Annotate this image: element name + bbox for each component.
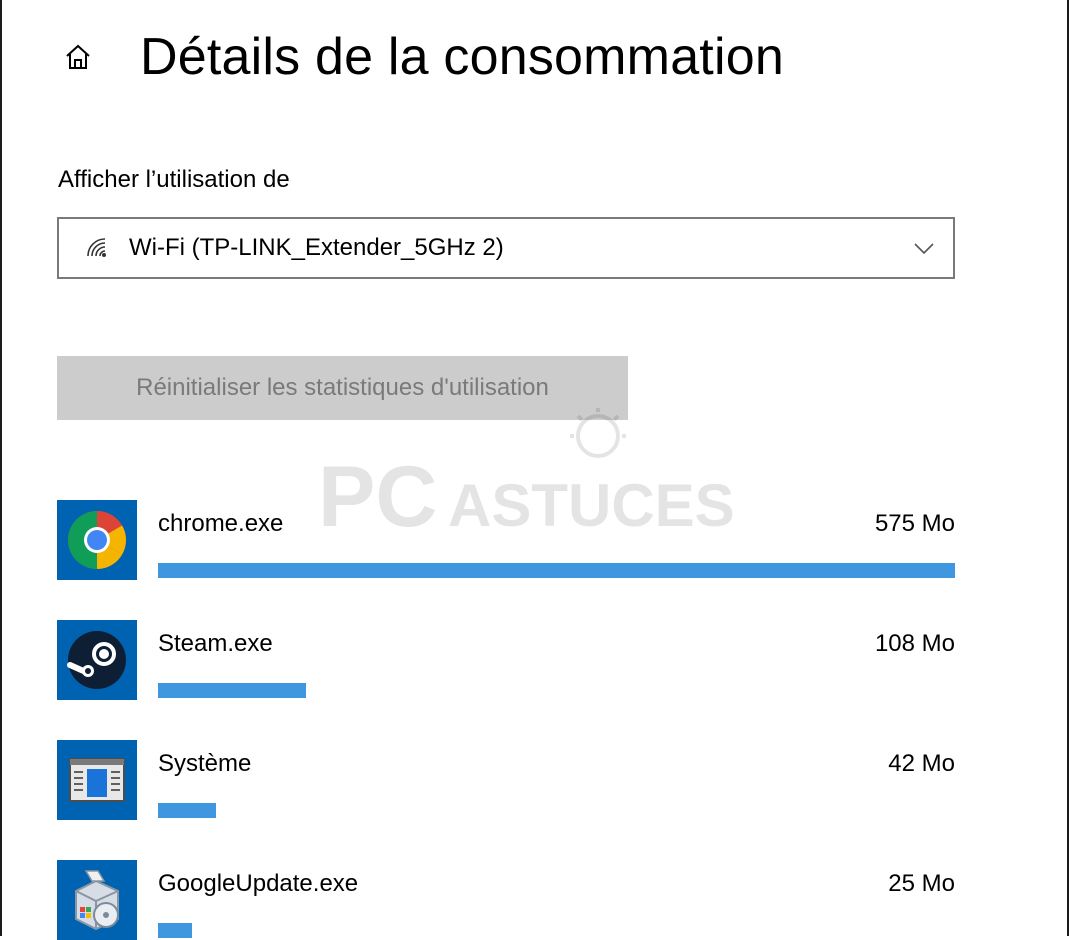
usage-bar-track <box>158 563 955 578</box>
usage-bar <box>158 683 306 698</box>
home-button[interactable] <box>58 37 98 77</box>
app-usage-value: 108 Mo <box>874 630 955 657</box>
chevron-down-icon <box>914 243 934 255</box>
network-select-value: Wi-Fi (TP-LINK_Extender_5GHz 2) <box>129 234 504 261</box>
home-icon <box>66 44 90 69</box>
app-usage-value: 42 Mo <box>888 750 955 777</box>
usage-source-label: Afficher l’utilisation de <box>58 166 290 193</box>
app-name: chrome.exe <box>158 510 284 537</box>
page-title: Détails de la consommation <box>140 28 784 86</box>
app-name: Système <box>158 750 252 777</box>
google-update-icon <box>57 860 137 940</box>
network-select[interactable]: Wi-Fi (TP-LINK_Extender_5GHz 2) <box>57 217 955 279</box>
app-name: GoogleUpdate.exe <box>158 870 359 897</box>
app-usage-value: 25 Mo <box>888 870 955 897</box>
reset-usage-stats-button[interactable]: Réinitialiser les statistiques d'utilisa… <box>57 356 628 420</box>
page-header: Détails de la consommation <box>58 22 784 92</box>
app-usage-row-system[interactable]: Système 42 Mo <box>57 740 955 820</box>
chrome-icon <box>57 500 137 580</box>
app-usage-value: 575 Mo <box>874 510 955 537</box>
app-usage-row-googleupdate[interactable]: GoogleUpdate.exe 25 Mo <box>57 860 955 940</box>
steam-icon <box>57 620 137 700</box>
usage-bar-track <box>158 683 955 698</box>
wifi-icon <box>85 236 109 260</box>
usage-bar <box>158 803 216 818</box>
app-usage-row-chrome[interactable]: chrome.exe 575 Mo <box>57 500 955 580</box>
system-window-icon <box>57 740 137 820</box>
app-name: Steam.exe <box>158 630 273 657</box>
app-usage-row-steam[interactable]: Steam.exe 108 Mo <box>57 620 955 700</box>
usage-bar-track <box>158 803 955 818</box>
usage-details-page: Détails de la consommation Afficher l’ut… <box>0 0 1069 940</box>
usage-bar <box>158 563 955 578</box>
